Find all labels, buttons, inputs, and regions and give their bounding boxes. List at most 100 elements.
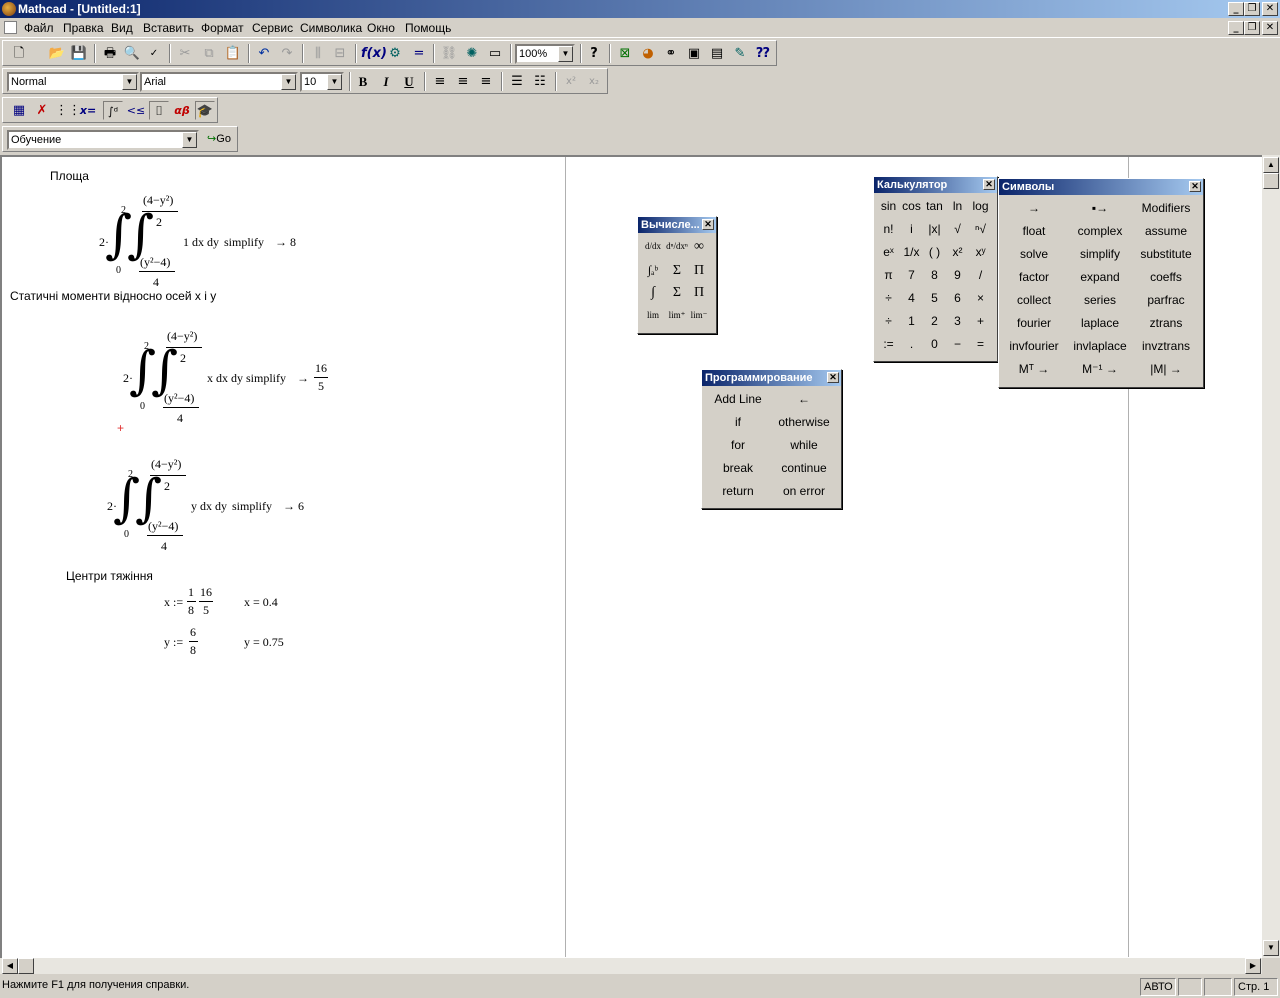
- calculus-palette[interactable]: Вычисле... ✕ d/dx dⁿ/dxⁿ ∞ ∫ₐᵇ Σ Π ∫ Σ Π …: [637, 216, 717, 334]
- menu-edit[interactable]: Правка: [63, 21, 104, 35]
- calc--button[interactable]: √: [946, 222, 969, 236]
- indefinite-integral-button[interactable]: ∫: [642, 285, 664, 301]
- align-horizontal-icon[interactable]: ⫼: [308, 44, 328, 63]
- vertical-scroll-thumb[interactable]: [1263, 173, 1279, 189]
- numbering-icon[interactable]: ☷: [530, 72, 550, 91]
- sym-expand-button[interactable]: expand: [1067, 270, 1133, 284]
- prog-return-button[interactable]: return: [705, 484, 771, 498]
- menu-symbolics[interactable]: Символика: [300, 21, 362, 35]
- programming-toolbar-icon[interactable]: ⌷: [149, 101, 169, 120]
- calc-1-button[interactable]: 1: [900, 314, 923, 328]
- sym-factor-button[interactable]: factor: [1001, 270, 1067, 284]
- prog-if-button[interactable]: if: [705, 415, 771, 429]
- left-limit-button[interactable]: lim⁻: [688, 310, 710, 321]
- moments-heading[interactable]: Статичні моменти відносно осей x і y: [10, 289, 216, 303]
- limit-button[interactable]: lim: [642, 310, 664, 320]
- calc-8-button[interactable]: 8: [923, 268, 946, 282]
- calc-ln-button[interactable]: ln: [946, 199, 969, 213]
- close-icon[interactable]: ✕: [1262, 2, 1278, 16]
- doc-close-icon[interactable]: ✕: [1262, 21, 1278, 35]
- sym-coeffs-button[interactable]: coeffs: [1133, 270, 1199, 284]
- document-icon[interactable]: [4, 21, 17, 34]
- collaboratory-icon[interactable]: ⚭: [661, 44, 681, 63]
- italic-button[interactable]: I: [376, 72, 396, 91]
- insert-unit-icon[interactable]: ⚙: [385, 44, 405, 63]
- right-limit-button[interactable]: lim⁺: [666, 310, 688, 321]
- symbolic-toolbar-icon[interactable]: 🎓: [195, 101, 215, 120]
- symbolic-palette[interactable]: Символы ✕ → ▪→ Modifiers float complex assume s…: [998, 178, 1204, 388]
- calc--button[interactable]: ( ): [923, 245, 946, 259]
- paste-icon[interactable]: 📋: [223, 44, 243, 63]
- sym-float-button[interactable]: float: [1001, 224, 1067, 238]
- horizontal-scroll-thumb[interactable]: [18, 958, 34, 974]
- bold-button[interactable]: B: [353, 72, 373, 91]
- go-button[interactable]: ↪Go: [202, 130, 236, 149]
- sym-solve-button[interactable]: solve: [1001, 247, 1067, 261]
- palette-title[interactable]: Вычисле... ✕: [638, 217, 716, 233]
- sym--button[interactable]: ▪→: [1067, 201, 1133, 215]
- menu-help[interactable]: Помощь: [405, 21, 451, 35]
- scroll-right-icon[interactable]: ▶: [1245, 958, 1261, 974]
- calc-x-button[interactable]: x²: [946, 245, 969, 259]
- calc-6-button[interactable]: 6: [946, 291, 969, 305]
- calculate-icon[interactable]: =: [409, 44, 429, 63]
- calc--button[interactable]: +: [969, 314, 992, 328]
- calc--button[interactable]: =: [969, 337, 992, 351]
- scroll-left-icon[interactable]: ◀: [2, 958, 18, 974]
- calc-0-button[interactable]: 0: [923, 337, 946, 351]
- calc--button[interactable]: ⁿ√: [969, 222, 992, 236]
- area-heading[interactable]: Площа: [50, 169, 89, 183]
- palette-title[interactable]: Программирование ✕: [702, 370, 841, 386]
- zoom-select[interactable]: 100% ▼: [515, 44, 575, 64]
- menu-insert[interactable]: Вставить: [143, 21, 194, 35]
- prog-while-button[interactable]: while: [771, 438, 837, 452]
- nth-derivative-button[interactable]: dⁿ/dxⁿ: [666, 241, 688, 251]
- calc-sin-button[interactable]: sin: [877, 199, 900, 213]
- print-icon[interactable]: 🖶: [100, 44, 120, 63]
- close-icon[interactable]: ✕: [702, 219, 714, 230]
- redo-icon[interactable]: ↷: [277, 44, 297, 63]
- insert-hyperlink-icon[interactable]: ⛓: [439, 44, 459, 63]
- calc--button[interactable]: ÷: [877, 291, 900, 305]
- close-icon[interactable]: ✕: [827, 372, 839, 383]
- derivative-button[interactable]: d/dx: [642, 241, 664, 251]
- new-icon[interactable]: 🗋: [9, 44, 29, 63]
- help-icon[interactable]: ?: [584, 44, 604, 63]
- calc-i-button[interactable]: i: [900, 222, 923, 236]
- superscript-icon[interactable]: x²: [561, 72, 581, 91]
- bullets-icon[interactable]: ☰: [507, 72, 527, 91]
- sym-invfourier-button[interactable]: invfourier: [1001, 339, 1067, 353]
- resources-select[interactable]: Обучение ▼: [7, 130, 199, 150]
- matrix-toolbar-icon[interactable]: ⋮⋮: [55, 101, 81, 120]
- component-wizard-icon[interactable]: ✺: [462, 44, 482, 63]
- prog-otherwise-button[interactable]: otherwise: [771, 415, 837, 429]
- horizontal-scrollbar[interactable]: ◀ ▶: [0, 958, 1262, 974]
- sym-series-button[interactable]: series: [1067, 293, 1133, 307]
- calc--button[interactable]: ÷: [877, 314, 900, 328]
- sym-ztrans-button[interactable]: ztrans: [1133, 316, 1199, 330]
- align-right-icon[interactable]: ≡: [476, 72, 496, 91]
- align-left-icon[interactable]: ≡: [430, 72, 450, 91]
- font-select[interactable]: Arial ▼: [140, 72, 298, 92]
- minimize-icon[interactable]: _: [1228, 2, 1244, 16]
- sym-collect-button[interactable]: collect: [1001, 293, 1067, 307]
- prog-continue-button[interactable]: continue: [771, 461, 837, 475]
- calculator-toolbar-icon[interactable]: ▦: [9, 101, 29, 120]
- subscript-icon[interactable]: x₂: [584, 72, 604, 91]
- calc-n-button[interactable]: n!: [877, 222, 900, 236]
- calc--button[interactable]: ×: [969, 291, 992, 305]
- prog-add-line-button[interactable]: Add Line: [705, 392, 771, 406]
- summation-button[interactable]: Σ: [666, 263, 688, 279]
- calc-3-button[interactable]: 3: [946, 314, 969, 328]
- calc-cos-button[interactable]: cos: [900, 199, 923, 213]
- calc-x-button[interactable]: xʸ: [969, 245, 992, 259]
- calc-tan-button[interactable]: tan: [923, 199, 946, 213]
- menu-view[interactable]: Вид: [111, 21, 133, 35]
- menu-format[interactable]: Формат: [201, 21, 244, 35]
- boolean-toolbar-icon[interactable]: <≤: [126, 101, 146, 120]
- calc-7-button[interactable]: 7: [900, 268, 923, 282]
- sym-m-button[interactable]: |M| →: [1133, 362, 1199, 376]
- insert-function-icon[interactable]: f(x): [361, 44, 387, 63]
- undo-icon[interactable]: ↶: [254, 44, 274, 63]
- calc--button[interactable]: −: [946, 337, 969, 351]
